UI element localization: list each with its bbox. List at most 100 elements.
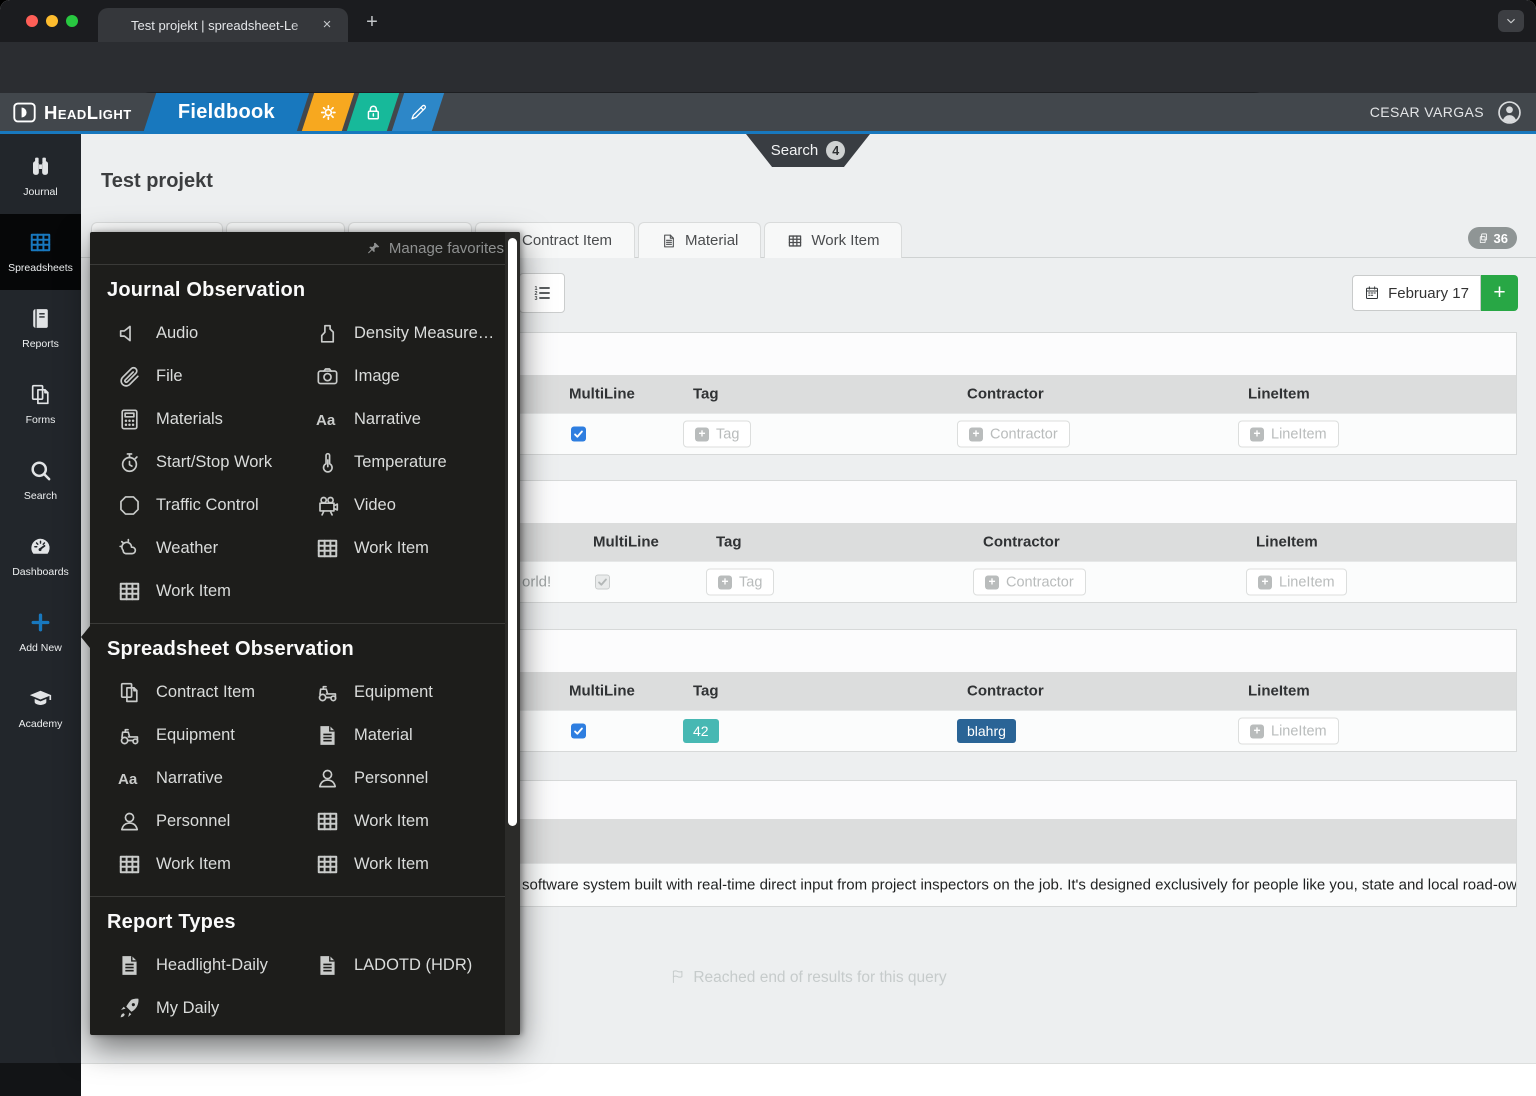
flag-icon — [670, 968, 687, 985]
menu-item-weather[interactable]: Weather — [107, 527, 305, 570]
menu-item-work-item[interactable]: Work Item — [107, 843, 305, 886]
stopwatch-icon — [117, 450, 142, 475]
add-button-label: Contractor — [1006, 574, 1074, 590]
menu-item-label: My Daily — [156, 999, 219, 1018]
add-tag-button[interactable]: Tag — [683, 421, 751, 448]
menu-item-my-daily[interactable]: My Daily — [107, 987, 305, 1030]
grid-icon — [117, 579, 142, 604]
add-contractor-button[interactable]: Contractor — [973, 569, 1086, 596]
sidebar-item-add-new[interactable]: Add New — [0, 594, 81, 670]
menu-item-label: Headlight-Daily — [156, 956, 268, 975]
menu-item-work-item[interactable]: Work Item — [305, 843, 503, 886]
sidebar-item-label: Academy — [19, 718, 63, 730]
calculator-icon — [117, 407, 142, 432]
sidebar-item-dashboards[interactable]: Dashboards — [0, 518, 81, 594]
menu-item-label: Work Item — [354, 812, 429, 831]
value-chip[interactable]: 42 — [683, 719, 719, 743]
menu-item-label: Equipment — [354, 683, 433, 702]
add-button-label: Tag — [716, 426, 739, 442]
menu-item-label: Audio — [156, 324, 198, 343]
speaker-icon — [117, 321, 142, 346]
menu-item-temperature[interactable]: Temperature — [305, 441, 503, 484]
menu-item-start-stop-work[interactable]: Start/Stop Work — [107, 441, 305, 484]
multiline-checkbox — [595, 575, 610, 590]
column-header: Tag — [716, 534, 742, 551]
svg-text:Aa: Aa — [118, 771, 138, 788]
menu-item-video[interactable]: Video — [305, 484, 503, 527]
sidebar-item-reports[interactable]: Reports — [0, 290, 81, 366]
sidebar-item-forms[interactable]: Forms — [0, 366, 81, 442]
menu-item-contract-item[interactable]: Contract Item — [107, 671, 305, 714]
menu-item-narrative[interactable]: AaNarrative — [305, 398, 503, 441]
add-tag-button[interactable]: Tag — [706, 569, 774, 596]
aa-icon: Aa — [117, 766, 142, 791]
menu-item-personnel[interactable]: Personnel — [305, 757, 503, 800]
sidebar-item-academy[interactable]: Academy — [0, 670, 81, 746]
multiline-checkbox[interactable] — [571, 427, 586, 442]
menu-section-spreadsheet-observation: Spreadsheet ObservationContract ItemEqui… — [90, 623, 520, 896]
plus-icon — [969, 427, 983, 441]
search-toggle-label: Search — [771, 142, 819, 159]
menu-section-title: Journal Observation — [107, 279, 503, 302]
column-header: Contractor — [983, 534, 1060, 551]
column-header: LineItem — [1248, 683, 1310, 700]
sidebar-item-search[interactable]: Search — [0, 442, 81, 518]
add-contractor-button[interactable]: Contractor — [957, 421, 1070, 448]
sidebar-item-label: Add New — [19, 642, 62, 654]
menu-item-label: Contract Item — [156, 683, 255, 702]
paperclip-icon — [117, 364, 142, 389]
row-prefix-text: orld! — [522, 574, 551, 591]
video-icon — [315, 493, 340, 518]
add-lineitem-button[interactable]: LineItem — [1238, 421, 1339, 448]
menu-item-label: Density Measure… — [354, 324, 494, 343]
menu-item-label: Weather — [156, 539, 218, 558]
column-header: LineItem — [1256, 534, 1318, 551]
sidebar-item-journal[interactable]: Journal — [0, 138, 81, 214]
menu-item-narrative[interactable]: AaNarrative — [107, 757, 305, 800]
plus-icon — [985, 575, 999, 589]
minimize-window-button[interactable] — [46, 15, 58, 27]
menu-item-ladotd-hdr[interactable]: LADOTD (HDR) — [305, 944, 503, 987]
menu-item-work-item[interactable]: Work Item — [107, 570, 305, 613]
menu-item-headlight-daily[interactable]: Headlight-Daily — [107, 944, 305, 987]
tractor-icon — [315, 680, 340, 705]
menu-scrollbar-thumb[interactable] — [508, 238, 517, 826]
menu-item-personnel[interactable]: Personnel — [107, 800, 305, 843]
add-lineitem-button[interactable]: LineItem — [1246, 569, 1347, 596]
zoom-window-button[interactable] — [66, 15, 78, 27]
menu-item-label: Personnel — [156, 812, 230, 831]
menu-item-audio[interactable]: Audio — [107, 312, 305, 355]
manage-favorites-button[interactable]: Manage favorites — [90, 232, 520, 265]
sidebar-item-label: Forms — [26, 414, 56, 426]
search-icon — [28, 458, 53, 483]
grid-icon — [315, 536, 340, 561]
sidebar-item-spreadsheets[interactable]: Spreadsheets — [0, 214, 81, 290]
docfill-icon — [315, 953, 340, 978]
person-icon — [117, 809, 142, 834]
menu-item-equipment[interactable]: Equipment — [305, 671, 503, 714]
docfill-icon — [117, 953, 142, 978]
thermometer-icon — [315, 450, 340, 475]
menu-item-work-item[interactable]: Work Item — [305, 527, 503, 570]
menu-item-density-measure[interactable]: Density Measure… — [305, 312, 503, 355]
add-lineitem-button[interactable]: LineItem — [1238, 718, 1339, 745]
menu-item-material[interactable]: Material — [305, 714, 503, 757]
menu-item-traffic-control[interactable]: Traffic Control — [107, 484, 305, 527]
menu-item-image[interactable]: Image — [305, 355, 503, 398]
person-icon — [315, 766, 340, 791]
menu-item-work-item[interactable]: Work Item — [305, 800, 503, 843]
menu-item-equipment[interactable]: Equipment — [107, 714, 305, 757]
sidebar-bottom-strip — [0, 1063, 81, 1096]
menu-item-file[interactable]: File — [107, 355, 305, 398]
column-header: LineItem — [1248, 386, 1310, 403]
menu-item-label: Work Item — [156, 855, 231, 874]
binoculars-icon — [28, 154, 53, 179]
value-chip[interactable]: blahrg — [957, 719, 1016, 743]
column-header: MultiLine — [593, 534, 659, 551]
headlight-mark-icon — [12, 100, 37, 125]
camera-icon — [315, 364, 340, 389]
menu-item-label: Personnel — [354, 769, 428, 788]
close-window-button[interactable] — [26, 15, 38, 27]
menu-item-materials[interactable]: Materials — [107, 398, 305, 441]
multiline-checkbox[interactable] — [571, 724, 586, 739]
